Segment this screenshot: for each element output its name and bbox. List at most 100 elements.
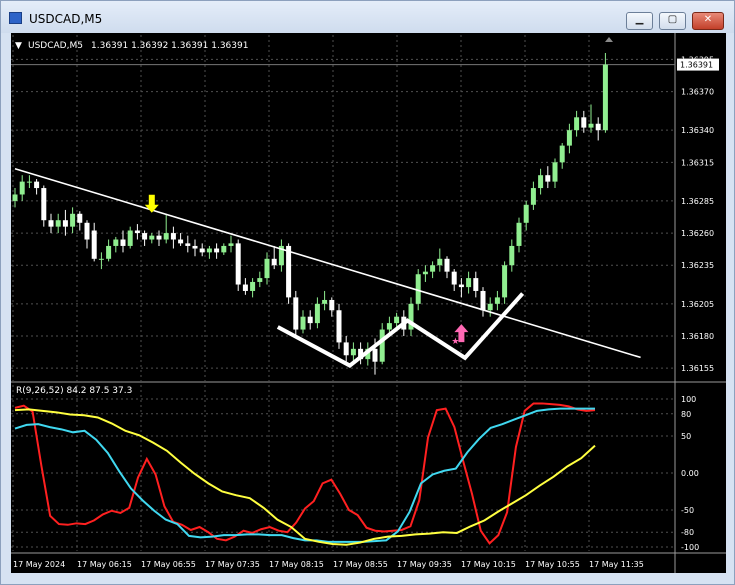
grid (11, 33, 726, 573)
indicator-tick-label: -50 (681, 506, 694, 515)
star-icon: ★ (451, 337, 459, 347)
candle-body (307, 316, 313, 324)
candle-body (19, 181, 25, 195)
candle-body (127, 230, 133, 246)
candle-body (142, 233, 148, 240)
candle-body (271, 258, 277, 266)
maximize-button[interactable]: ▢ (659, 12, 686, 30)
indicator-line (14, 408, 596, 546)
candle-body (350, 348, 356, 356)
candle-body (228, 243, 234, 246)
candle-body (430, 265, 436, 272)
time-tick-label: 17 May 08:15 (269, 560, 324, 569)
candle-body (77, 213, 83, 223)
candle-body (581, 117, 587, 128)
candle-body (588, 123, 594, 128)
indicator-tick-label: 80 (681, 410, 691, 419)
candle-body (574, 117, 580, 131)
candle-body (480, 290, 486, 311)
candle-body (523, 204, 529, 223)
candle-body (134, 230, 140, 234)
candle-body (12, 194, 18, 201)
price-tick-label: 1.36260 (681, 229, 714, 238)
time-tick-label: 17 May 07:35 (205, 560, 260, 569)
price-tick-label: 1.36285 (681, 197, 714, 206)
time-tick-label: 17 May 08:55 (333, 560, 388, 569)
time-tick-label: 17 May 06:15 (77, 560, 132, 569)
price-tick-label: 1.36370 (681, 88, 714, 97)
indicator-tick-label: 100 (681, 395, 696, 404)
title-bar[interactable]: USDCAD,M5 ▁ ▢ ✕ (1, 1, 734, 33)
candle-body (170, 233, 176, 240)
price-chart: ★ (12, 53, 641, 375)
candle-body (509, 245, 515, 266)
close-button[interactable]: ✕ (692, 12, 724, 30)
chart-window-icon (9, 12, 22, 24)
candle-body (466, 278, 472, 288)
candle-body (322, 299, 328, 304)
candle-body (149, 235, 155, 240)
candle-body (41, 188, 47, 221)
candle-body (286, 245, 292, 298)
price-tick-label: 1.36315 (681, 158, 714, 167)
window-title: USDCAD,M5 (29, 12, 103, 26)
chart-menu-caret[interactable]: ▼ (15, 41, 22, 51)
time-tick-label: 17 May 11:35 (589, 560, 644, 569)
chart-symbol-label: USDCAD,M5 (28, 41, 83, 51)
candle-body (386, 323, 392, 330)
candle-body (98, 258, 104, 260)
candle-body (178, 239, 184, 244)
chart-area[interactable]: 1.363951.363701.363401.363151.362851.362… (11, 33, 726, 573)
minimize-button[interactable]: ▁ (626, 12, 653, 30)
chart-ohlc-values: 1.36391 1.36392 1.36391 1.36391 (91, 41, 248, 51)
candle-body (250, 281, 256, 291)
candle-body (451, 271, 457, 285)
candle-body (502, 265, 508, 298)
candle-body (394, 316, 400, 324)
time-tick-label: 17 May 10:55 (525, 560, 580, 569)
candle-body (343, 342, 349, 356)
candle-body (530, 188, 536, 205)
indicator-chart (14, 402, 596, 546)
candle-body (106, 245, 112, 259)
minimize-icon: ▁ (635, 14, 644, 25)
candle-body (55, 220, 61, 227)
candle-body (566, 130, 572, 146)
price-tick-label: 1.36235 (681, 261, 714, 270)
candle-body (70, 213, 76, 227)
price-tick-label: 1.36340 (681, 126, 714, 135)
candle-body (113, 239, 119, 246)
candle-body (120, 239, 126, 246)
candle-body (257, 278, 263, 282)
candle-body (264, 258, 270, 279)
time-tick-label: 17 May 06:55 (141, 560, 196, 569)
candle-body (192, 245, 198, 249)
indicator-line (14, 407, 595, 543)
price-tick-label: 1.36205 (681, 300, 714, 309)
candle-body (235, 243, 241, 285)
candle-body (48, 220, 54, 227)
down-arrow-icon (144, 194, 159, 213)
indicator-tick-label: 0.00 (681, 469, 699, 478)
candle-body (458, 284, 464, 288)
time-tick-label: 17 May 09:35 (397, 560, 452, 569)
candle-body (84, 222, 90, 240)
indicator-tick-label: 50 (681, 432, 691, 441)
chart-canvas[interactable]: 1.363951.363701.363401.363151.362851.362… (11, 33, 726, 573)
candle-body (221, 245, 227, 253)
candle-body (206, 248, 212, 253)
price-tick-label: 1.36180 (681, 332, 714, 341)
time-tick-label: 17 May 10:15 (461, 560, 516, 569)
candle-body (379, 329, 385, 362)
candle-body (163, 233, 169, 240)
candle-body (538, 175, 544, 189)
candle-body (552, 162, 558, 182)
candle-body (293, 297, 299, 330)
candle-body (329, 299, 335, 311)
candle-body (516, 222, 522, 246)
current-price-label: 1.36391 (680, 61, 713, 70)
close-icon: ✕ (703, 14, 713, 25)
indicator-tick-label: -100 (681, 543, 699, 552)
indicator-header: R(9,26,52) 84.2 87.5 37.3 (16, 386, 132, 396)
candle-body (372, 348, 378, 362)
